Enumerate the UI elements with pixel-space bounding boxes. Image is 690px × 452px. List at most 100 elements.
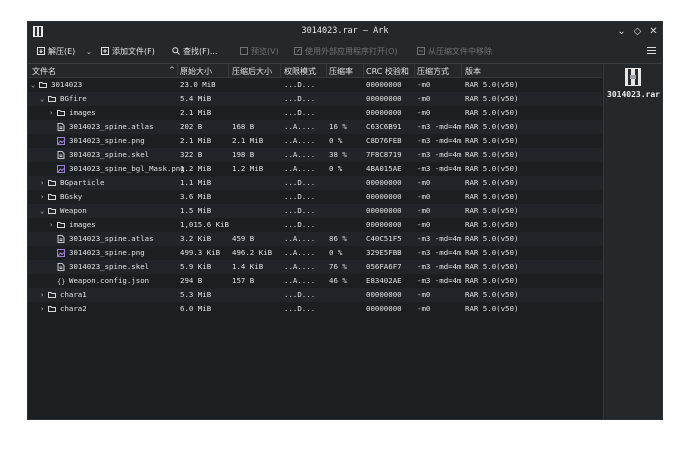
close-icon[interactable]: ✕	[647, 25, 660, 38]
table-row[interactable]: 3014023_spine.png 499.3 KiB 496.2 KiB ..A..…	[28, 246, 602, 260]
cell-version: RAR 5.0(v50)	[465, 192, 519, 201]
add-file-button[interactable]: 添加文件(F)	[101, 45, 155, 59]
find-button[interactable]: 查找(F)...	[172, 45, 217, 59]
table-row[interactable]: ⌄ Weapon 1.5 MiB ...D... 00000000 -m0 RAR 5.0(…	[28, 204, 602, 218]
column-divider	[228, 64, 229, 77]
preview-button[interactable]: 预览(V)	[240, 45, 279, 59]
cell-crc: 00000000	[366, 108, 402, 117]
column-header-compressed[interactable]: 压缩后大小	[232, 66, 272, 77]
cell-crc: 056FA6F7	[366, 262, 402, 271]
table-row[interactable]: 3014023_spine_bgl_Mask.png 1.2 MiB 1.2 MiB…	[28, 162, 602, 176]
preview-icon	[240, 47, 248, 55]
title-bar[interactable]: 3014023.rar — Ark ⌄ ◇ ✕	[28, 22, 662, 41]
expand-arrow-icon[interactable]: ›	[40, 288, 44, 302]
expand-arrow-icon[interactable]: ⌄	[40, 92, 44, 106]
cell-size: 322 B	[180, 150, 203, 159]
cell-size: 23.0 MiB	[180, 80, 216, 89]
column-header-name[interactable]: 文件名	[32, 66, 56, 77]
cell-size: 1.5 MiB	[180, 206, 212, 215]
cell-perms: ..A....	[284, 276, 316, 285]
table-row[interactable]: ⌄ BGfire 5.4 MiB ...D... 00000000 -m0 RAR 5.0(…	[28, 92, 602, 106]
expand-arrow-icon[interactable]: ›	[40, 176, 44, 190]
cell-perms: ...D...	[284, 94, 316, 103]
cell-crc: 00000000	[366, 94, 402, 103]
maximize-icon[interactable]: ◇	[631, 25, 644, 38]
expand-arrow-icon[interactable]: ›	[40, 190, 44, 204]
extract-menu-chevron-icon[interactable]: ⌄	[86, 45, 92, 59]
expand-arrow-icon[interactable]: ⌄	[31, 78, 35, 92]
window-title: 3014023.rar — Ark	[301, 26, 389, 36]
table-row[interactable]: › chara1 5.3 MiB ...D... 00000000 -m0 RAR 5.0(…	[28, 288, 602, 302]
open-with-button[interactable]: 使用外部应用程序打开(O)	[294, 45, 398, 59]
column-header-method[interactable]: 压缩方式	[417, 66, 449, 77]
minimize-icon[interactable]: ⌄	[615, 25, 628, 38]
cell-crc: 00000000	[366, 192, 402, 201]
table-row[interactable]: › BGsky 3.6 MiB ...D... 00000000 -m0 RAR 5.0(v…	[28, 190, 602, 204]
column-divider	[363, 64, 364, 77]
table-row[interactable]: › BGparticle 1.1 MiB ...D... 00000000 -m0 RAR …	[28, 176, 602, 190]
hamburger-menu-icon[interactable]	[647, 47, 656, 55]
cell-method: -m3 -md=4m	[417, 122, 462, 131]
table-row[interactable]: › images 1,015.6 KiB ...D... 00000000 -m0 RAR …	[28, 218, 602, 232]
sort-ascending-icon: ^	[169, 66, 175, 74]
column-divider	[326, 64, 327, 77]
cell-size: 499.3 KiB	[180, 248, 221, 257]
cell-name: 3014023_spine_bgl_Mask.png	[69, 164, 185, 173]
table-row[interactable]: 3014023_spine.png 2.1 MiB 2.1 MiB ..A.... 0 …	[28, 134, 602, 148]
file-icon	[57, 123, 65, 131]
cell-ratio: 0 %	[329, 136, 343, 145]
cell-perms: ...D...	[284, 80, 316, 89]
image-icon	[57, 137, 65, 145]
extract-icon	[37, 47, 45, 55]
file-icon	[57, 263, 65, 271]
cell-size: 5.4 MiB	[180, 94, 212, 103]
table-row[interactable]: 3014023_spine.atlas 3.2 KiB 459 B ..A.... 86…	[28, 232, 602, 246]
cell-compressed: 459 B	[232, 234, 255, 243]
toolbar: 解压(E) ⌄ 添加文件(F) 查找(F)... 预览(V) 使用外部应用程序打…	[28, 41, 662, 64]
table-row[interactable]: 3014023_spine.skel 5.9 KiB 1.4 KiB ..A.... 7…	[28, 260, 602, 274]
column-header-crc[interactable]: CRC 校验和	[366, 66, 409, 77]
cell-ratio: 0 %	[329, 248, 343, 257]
add-file-icon	[101, 47, 109, 55]
expand-arrow-icon[interactable]: ⌄	[40, 204, 44, 218]
column-divider	[414, 64, 415, 77]
cell-crc: 00000000	[366, 290, 402, 299]
cell-compressed: 1.4 KiB	[232, 262, 264, 271]
remove-button[interactable]: 从压缩文件中移除	[417, 45, 492, 59]
file-icon	[57, 151, 65, 159]
table-row[interactable]: ⌄ 3014023 23.0 MiB ...D... 00000000 -m0 RAR 5.…	[28, 78, 602, 92]
cell-name: 3014023_spine.skel	[69, 262, 150, 271]
cell-version: RAR 5.0(v50)	[465, 304, 519, 313]
cell-name: 3014023_spine.atlas	[69, 234, 154, 243]
column-header-perms[interactable]: 权限模式	[284, 66, 316, 77]
cell-crc: 4BA015AE	[366, 164, 402, 173]
column-header-version[interactable]: 版本	[465, 66, 481, 77]
cell-name: chara1	[60, 290, 87, 299]
table-row[interactable]: › chara2 6.0 MiB ...D... 00000000 -m0 RAR 5.0(…	[28, 302, 602, 316]
cell-perms: ...D...	[284, 192, 316, 201]
table-row[interactable]: › images 2.1 MiB ...D... 00000000 -m0 RAR 5.0(…	[28, 106, 602, 120]
table-row[interactable]: 3014023_spine.atlas 202 B 168 B ..A.... 16 %…	[28, 120, 602, 134]
table-row[interactable]: {} Weapon.config.json 294 B 157 B ..A.... 46 …	[28, 274, 602, 288]
cell-method: -m0	[417, 220, 431, 229]
extract-button[interactable]: 解压(E)	[37, 45, 75, 59]
column-header-ratio[interactable]: 压缩率	[329, 66, 353, 77]
cell-size: 2.1 MiB	[180, 136, 212, 145]
cell-method: -m3 -md=4m	[417, 136, 462, 145]
cell-ratio: 76 %	[329, 262, 347, 271]
cell-size: 5.9 KiB	[180, 262, 212, 271]
expand-arrow-icon[interactable]: ›	[40, 302, 44, 316]
table-row[interactable]: 3014023_spine.skel 322 B 198 B ..A.... 38 % 7…	[28, 148, 602, 162]
column-header-size[interactable]: 原始大小	[180, 66, 212, 77]
expand-arrow-icon[interactable]: ›	[49, 218, 53, 232]
cell-crc: 00000000	[366, 220, 402, 229]
cell-ratio: 0 %	[329, 164, 343, 173]
cell-name: BGfire	[60, 94, 87, 103]
cell-method: -m0	[417, 290, 431, 299]
expand-arrow-icon[interactable]: ›	[49, 106, 53, 120]
folder-icon	[39, 82, 47, 88]
cell-version: RAR 5.0(v50)	[465, 262, 519, 271]
cell-method: -m0	[417, 94, 431, 103]
cell-compressed: 2.1 MiB	[232, 136, 264, 145]
cell-method: -m3 -md=4m	[417, 276, 462, 285]
